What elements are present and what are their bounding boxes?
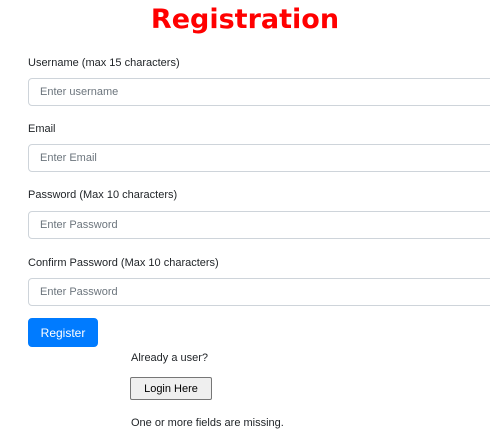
password-input[interactable] — [28, 211, 490, 239]
username-input[interactable] — [28, 78, 490, 106]
register-button[interactable]: Register — [28, 318, 98, 347]
confirm-password-label: Confirm Password (Max 10 characters) — [28, 257, 219, 269]
error-message: One or more fields are missing. — [131, 417, 284, 429]
password-label: Password (Max 10 characters) — [28, 189, 178, 201]
username-label: Username (max 15 characters) — [28, 57, 180, 69]
already-user-text: Already a user? — [131, 352, 209, 364]
login-here-button[interactable]: Login Here — [130, 377, 212, 400]
page-title: Registration — [150, 4, 340, 35]
registration-page: Registration Username (max 15 characters… — [0, 0, 490, 433]
email-label: Email — [28, 123, 56, 135]
email-input[interactable] — [28, 144, 490, 172]
confirm-password-input[interactable] — [28, 278, 490, 306]
